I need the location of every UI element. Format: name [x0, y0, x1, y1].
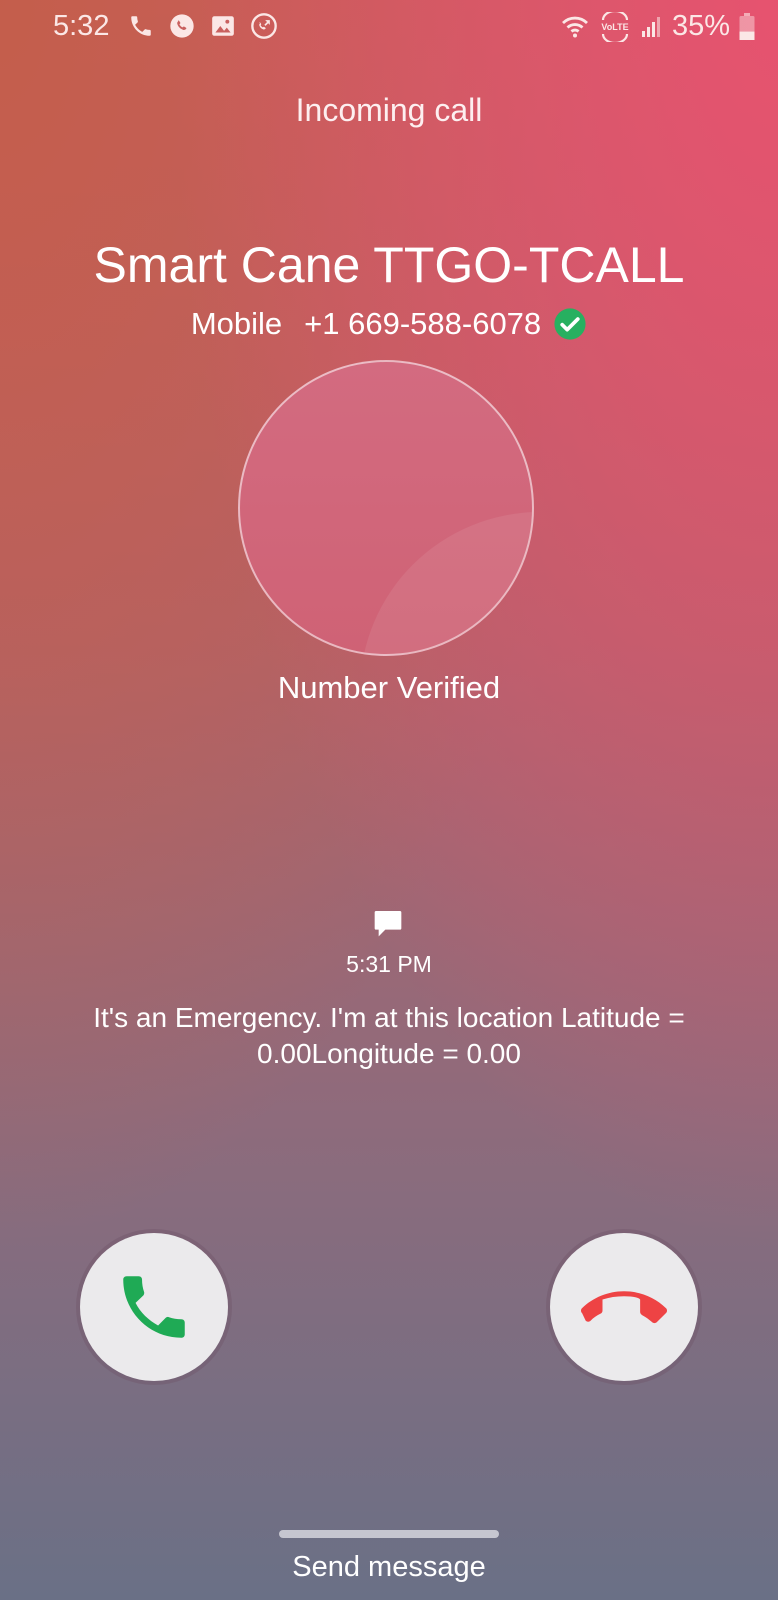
call-state: Incoming call — [295, 92, 483, 128]
gallery-icon — [210, 13, 236, 39]
battery-percent: 35% — [671, 10, 730, 42]
status-bar: 5:32 VoLTE 35% — [0, 0, 778, 54]
message-time: 5:31 PM — [346, 951, 432, 977]
number-verified-label: Number Verified — [277, 670, 501, 705]
system-icons: VoLTE 35% — [560, 10, 756, 43]
phone-icon — [128, 13, 154, 39]
phone-number: +1 669-588-6078 — [304, 306, 542, 341]
message-bubble-icon — [372, 907, 404, 939]
verified-check-icon — [553, 307, 587, 341]
volte-label: VoLTE — [601, 22, 628, 32]
drag-handle[interactable] — [279, 1530, 499, 1538]
phone-accept-icon — [113, 1266, 195, 1348]
send-message-button[interactable]: Send message — [0, 1551, 778, 1584]
accept-call-button[interactable] — [80, 1233, 228, 1381]
decline-call-button[interactable] — [550, 1233, 698, 1381]
whatsapp-icon — [168, 12, 196, 40]
caller-name: Smart Cane TTGO-TCALL — [93, 237, 685, 293]
number-type: Mobile — [190, 306, 283, 341]
status-time: 5:32 — [53, 10, 110, 42]
phone-hangup-icon — [581, 1264, 667, 1350]
signal-icon — [640, 15, 664, 39]
caller-avatar — [238, 360, 534, 656]
notification-icons — [128, 12, 278, 40]
volte-icon: VoLTE — [598, 11, 632, 42]
message-text: It's an Emergency. I'm at this location … — [93, 1002, 685, 1069]
battery-icon — [738, 12, 756, 42]
caller-number-row: Mobile +1 669-588-6078 — [0, 306, 778, 342]
call-forward-icon — [250, 12, 278, 40]
wifi-icon — [560, 14, 590, 40]
